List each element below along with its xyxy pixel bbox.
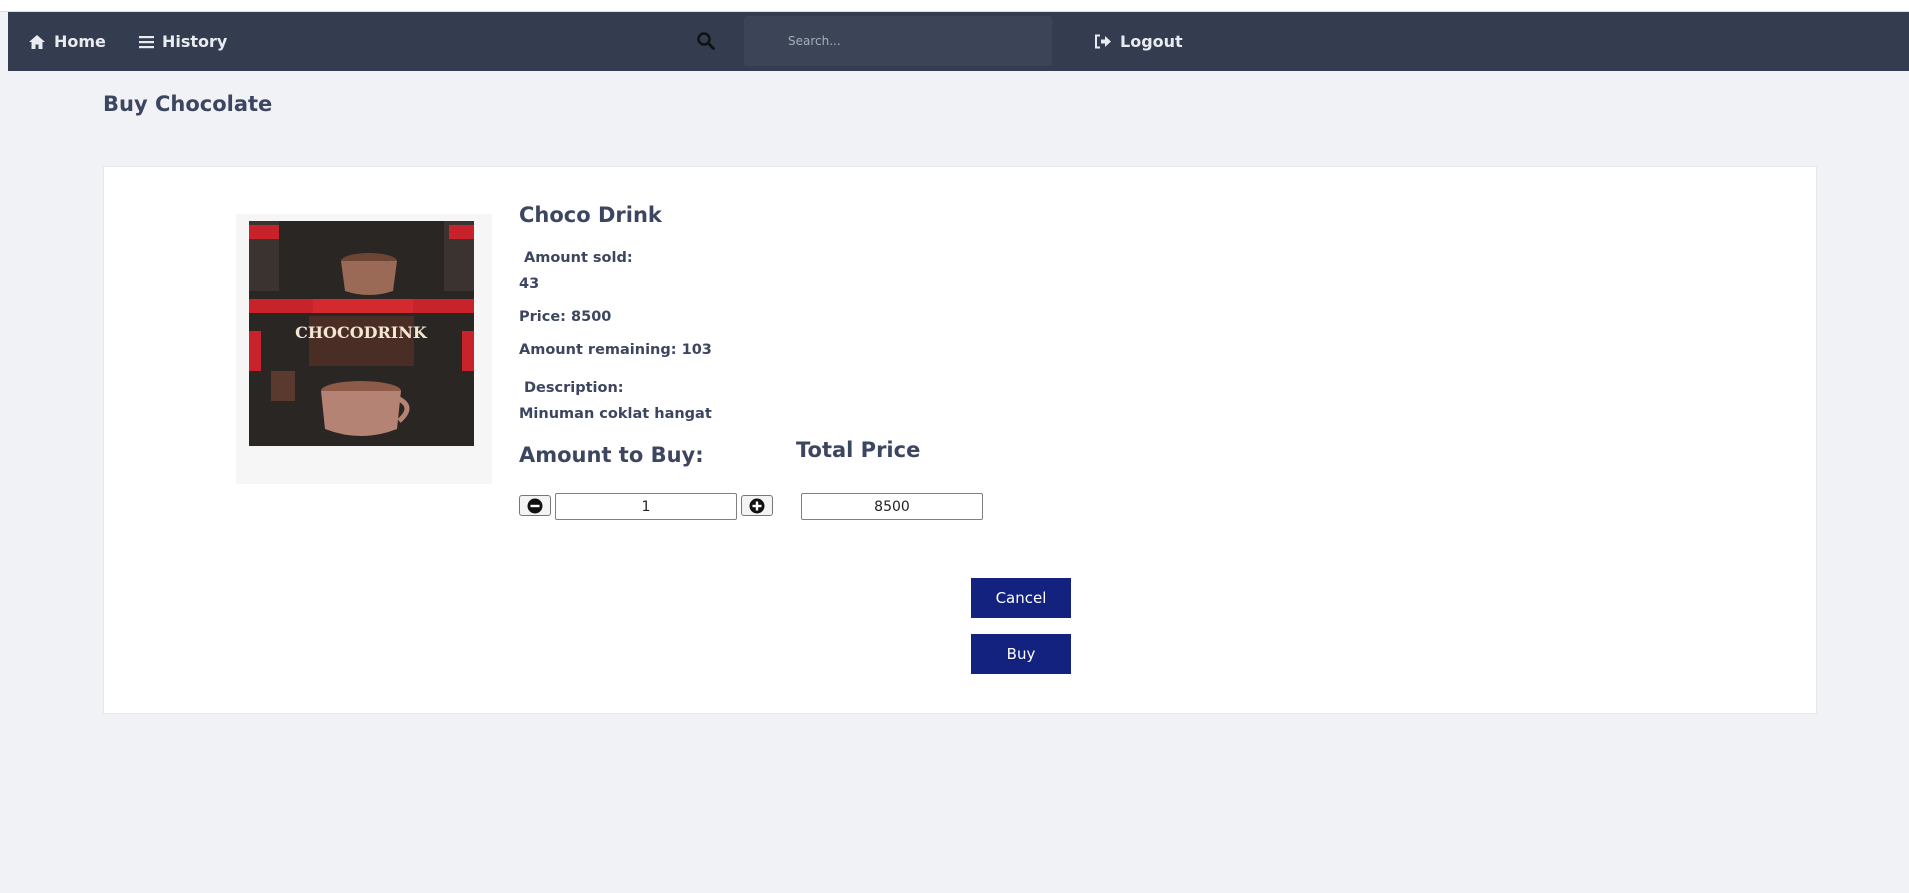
product-card: CHOCODRINK Choco Drink Amount sold: 43 P… [103, 166, 1817, 714]
list-icon [139, 35, 154, 48]
home-icon [29, 34, 45, 49]
search-input[interactable] [744, 16, 1052, 66]
decrease-quantity-button[interactable] [519, 495, 551, 516]
nav-home-link[interactable]: Home [28, 12, 106, 71]
amount-sold-label: Amount sold: [524, 250, 633, 266]
nav-logout-link[interactable]: Logout [1094, 12, 1183, 71]
description-value: Minuman coklat hangat [519, 406, 712, 422]
product-image: CHOCODRINK [249, 221, 474, 446]
buy-button[interactable]: Buy [971, 634, 1071, 674]
nav-home-label: Home [54, 32, 106, 51]
top-navbar: Home History Logout [8, 12, 1909, 71]
price-text: Price: 8500 [519, 309, 612, 325]
total-price-field [801, 493, 983, 520]
amount-remaining-text: Amount remaining: 103 [519, 342, 712, 358]
product-name: Choco Drink [519, 203, 662, 227]
plus-circle-icon [749, 498, 765, 513]
total-price-heading: Total Price [796, 438, 921, 462]
amount-sold-value: 43 [519, 276, 540, 292]
increase-quantity-button[interactable] [741, 495, 773, 516]
product-image-brand-text: CHOCODRINK [295, 323, 428, 342]
page-title: Buy Chocolate [103, 92, 273, 116]
nav-logout-label: Logout [1120, 32, 1183, 51]
cancel-button[interactable]: Cancel [971, 578, 1071, 618]
nav-history-link[interactable]: History [139, 12, 227, 71]
minus-circle-icon [527, 498, 543, 513]
nav-history-label: History [162, 32, 228, 51]
logout-icon [1095, 34, 1111, 49]
browser-top-strip [0, 0, 1909, 12]
product-image-frame: CHOCODRINK [236, 214, 492, 484]
quantity-input[interactable] [555, 493, 737, 520]
description-label: Description: [524, 380, 624, 396]
amount-to-buy-heading: Amount to Buy: [519, 443, 704, 467]
search-icon[interactable] [696, 31, 716, 51]
